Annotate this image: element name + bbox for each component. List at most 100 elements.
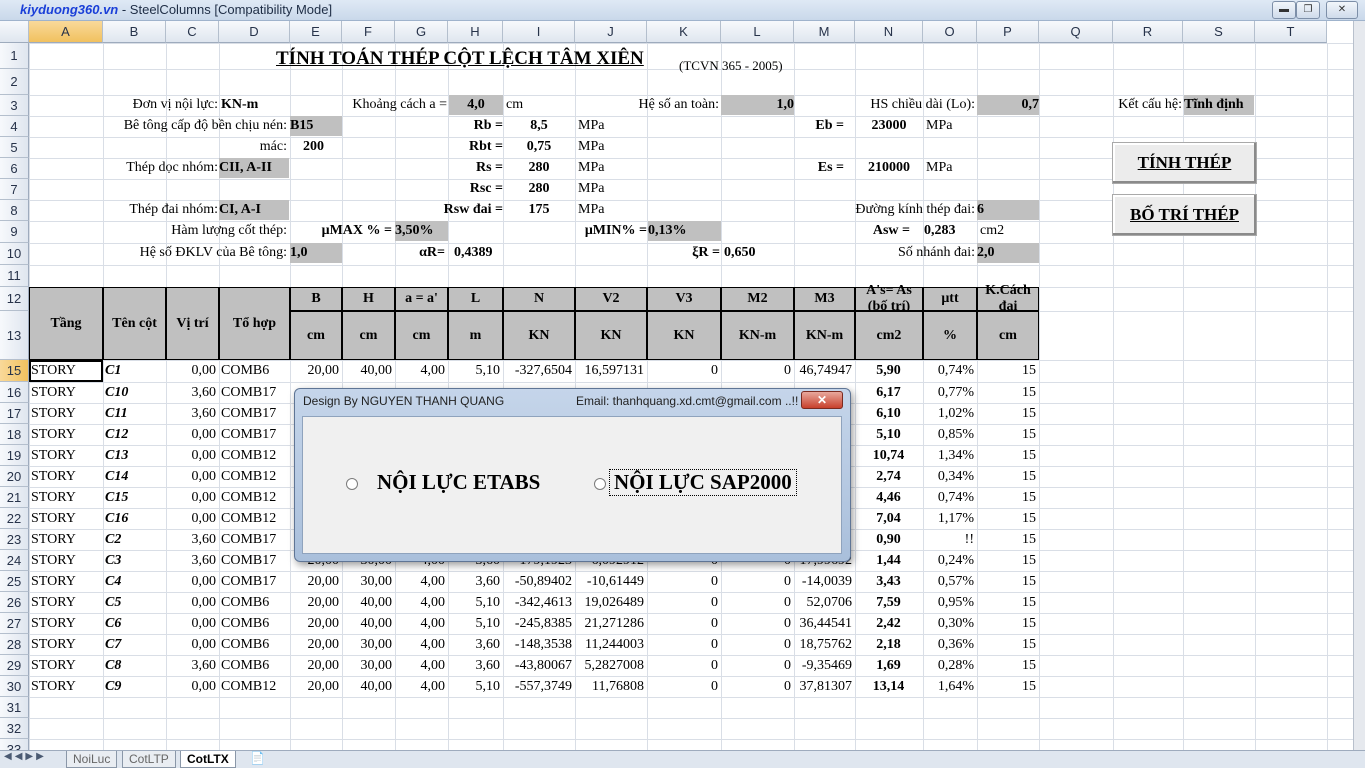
table-cell[interactable]: 3,43 xyxy=(857,571,920,592)
structure-value[interactable]: Tĩnh định xyxy=(1184,95,1254,115)
table-cell[interactable]: -10,61449 xyxy=(577,571,644,592)
table-cell[interactable]: COMB17 xyxy=(221,529,287,550)
table-cell[interactable]: 0,74% xyxy=(925,360,974,382)
row-header-30[interactable]: 30 xyxy=(0,676,29,697)
table-cell[interactable]: 36,44541 xyxy=(796,613,853,634)
table-cell[interactable]: 15 xyxy=(979,487,1036,508)
length-value[interactable]: 0,7 xyxy=(977,95,1039,115)
table-cell[interactable]: -14,0039 xyxy=(796,571,852,592)
table-cell[interactable]: 7,59 xyxy=(857,592,920,613)
table-cell[interactable]: 3,60 xyxy=(168,655,217,676)
row-header-8[interactable]: 8 xyxy=(0,200,29,221)
table-cell[interactable]: C5 xyxy=(105,592,163,613)
table-cell[interactable]: 0 xyxy=(649,360,718,382)
table-cell[interactable]: COMB17 xyxy=(221,382,287,403)
table-cell[interactable]: 15 xyxy=(979,634,1036,655)
row-header-13[interactable]: 13 xyxy=(0,311,29,360)
row-header-9[interactable]: 9 xyxy=(0,221,29,243)
table-cell[interactable]: 15 xyxy=(979,529,1036,550)
table-cell[interactable]: 15 xyxy=(979,571,1036,592)
table-cell[interactable]: 4,46 xyxy=(857,487,920,508)
table-cell[interactable]: 0,00 xyxy=(168,466,217,487)
tab-cotltx[interactable]: CotLTX xyxy=(180,751,236,768)
table-cell[interactable]: STORY xyxy=(31,550,100,571)
table-cell[interactable]: STORY xyxy=(31,613,100,634)
table-cell[interactable]: STORY xyxy=(31,445,100,466)
table-cell[interactable]: 5,90 xyxy=(857,360,920,382)
table-cell[interactable]: STORY xyxy=(31,529,100,550)
table-cell[interactable]: -148,3538 xyxy=(505,634,572,655)
table-cell[interactable]: C2 xyxy=(105,529,163,550)
column-header-b[interactable]: B xyxy=(103,21,166,43)
row-header-28[interactable]: 28 xyxy=(0,634,29,655)
column-header-n[interactable]: N xyxy=(855,21,923,43)
table-cell[interactable]: STORY xyxy=(31,571,100,592)
table-cell[interactable]: -557,3749 xyxy=(505,676,572,697)
table-cell[interactable]: 0,85% xyxy=(925,424,974,445)
table-cell[interactable]: 40,00 xyxy=(344,613,393,634)
table-cell[interactable]: 15 xyxy=(979,445,1036,466)
table-cell[interactable]: -50,89402 xyxy=(505,571,572,592)
table-cell[interactable]: 21,271286 xyxy=(577,613,645,634)
table-cell[interactable]: 2,42 xyxy=(857,613,920,634)
row-header-17[interactable]: 17 xyxy=(0,403,29,424)
table-cell[interactable]: 15 xyxy=(979,592,1036,613)
column-header-a[interactable]: A xyxy=(29,21,103,43)
etabs-radio[interactable] xyxy=(346,478,358,490)
table-cell[interactable]: -43,80067 xyxy=(505,655,572,676)
active-cell-A15[interactable] xyxy=(29,360,103,382)
table-cell[interactable]: COMB6 xyxy=(221,360,287,382)
row-header-26[interactable]: 26 xyxy=(0,592,29,613)
minimize-button[interactable]: ▬ xyxy=(1272,1,1296,19)
table-cell[interactable]: 0 xyxy=(723,571,791,592)
column-header-o[interactable]: O xyxy=(923,21,977,43)
table-cell[interactable]: COMB17 xyxy=(221,403,287,424)
table-cell[interactable]: 3,60 xyxy=(168,403,217,424)
table-cell[interactable]: COMB17 xyxy=(221,424,287,445)
column-header-t[interactable]: T xyxy=(1255,21,1327,43)
table-cell[interactable]: 0,00 xyxy=(168,360,217,382)
column-header-i[interactable]: I xyxy=(503,21,575,43)
table-cell[interactable]: C12 xyxy=(105,424,163,445)
table-cell[interactable]: 4,00 xyxy=(397,360,446,382)
dklv-value[interactable]: 1,0 xyxy=(290,243,342,263)
table-cell[interactable]: 1,44 xyxy=(857,550,920,571)
row-header-16[interactable]: 16 xyxy=(0,382,29,403)
row-header-15[interactable]: 15 xyxy=(0,360,29,382)
table-cell[interactable]: 0,28% xyxy=(925,655,974,676)
table-cell[interactable]: 0 xyxy=(649,613,718,634)
table-cell[interactable]: 52,0706 xyxy=(796,592,853,613)
table-cell[interactable]: C10 xyxy=(105,382,163,403)
row-header-5[interactable]: 5 xyxy=(0,137,29,158)
table-cell[interactable]: C3 xyxy=(105,550,163,571)
table-cell[interactable]: 4,00 xyxy=(397,655,446,676)
table-cell[interactable]: 46,74947 xyxy=(796,360,853,382)
mumax-value[interactable]: 3,50% xyxy=(395,221,448,241)
table-cell[interactable]: 0 xyxy=(723,655,791,676)
table-cell[interactable]: 4,00 xyxy=(397,634,446,655)
insert-sheet-icon[interactable]: 📄 xyxy=(250,751,265,765)
table-cell[interactable]: -327,6504 xyxy=(505,360,572,382)
table-cell[interactable]: 3,60 xyxy=(168,382,217,403)
table-cell[interactable]: 11,76808 xyxy=(577,676,644,697)
column-header-d[interactable]: D xyxy=(219,21,290,43)
table-cell[interactable]: 0,74% xyxy=(925,487,974,508)
table-cell[interactable]: 4,00 xyxy=(397,571,446,592)
row-header-18[interactable]: 18 xyxy=(0,424,29,445)
table-cell[interactable]: 15 xyxy=(979,403,1036,424)
table-cell[interactable]: 20,00 xyxy=(292,613,340,634)
table-cell[interactable]: -9,35469 xyxy=(796,655,852,676)
column-header-l[interactable]: L xyxy=(721,21,794,43)
table-cell[interactable]: 15 xyxy=(979,424,1036,445)
table-cell[interactable]: 0,00 xyxy=(168,508,217,529)
table-cell[interactable]: 5,10 xyxy=(450,592,501,613)
table-cell[interactable]: STORY xyxy=(31,634,100,655)
table-cell[interactable]: 0 xyxy=(723,613,791,634)
table-cell[interactable]: COMB6 xyxy=(221,634,287,655)
column-header-r[interactable]: R xyxy=(1113,21,1183,43)
layout-steel-button[interactable]: BỐ TRÍ THÉP xyxy=(1112,194,1257,236)
table-cell[interactable]: 15 xyxy=(979,508,1036,529)
row-header-6[interactable]: 6 xyxy=(0,158,29,179)
table-cell[interactable]: 0,00 xyxy=(168,634,217,655)
table-cell[interactable]: 15 xyxy=(979,550,1036,571)
